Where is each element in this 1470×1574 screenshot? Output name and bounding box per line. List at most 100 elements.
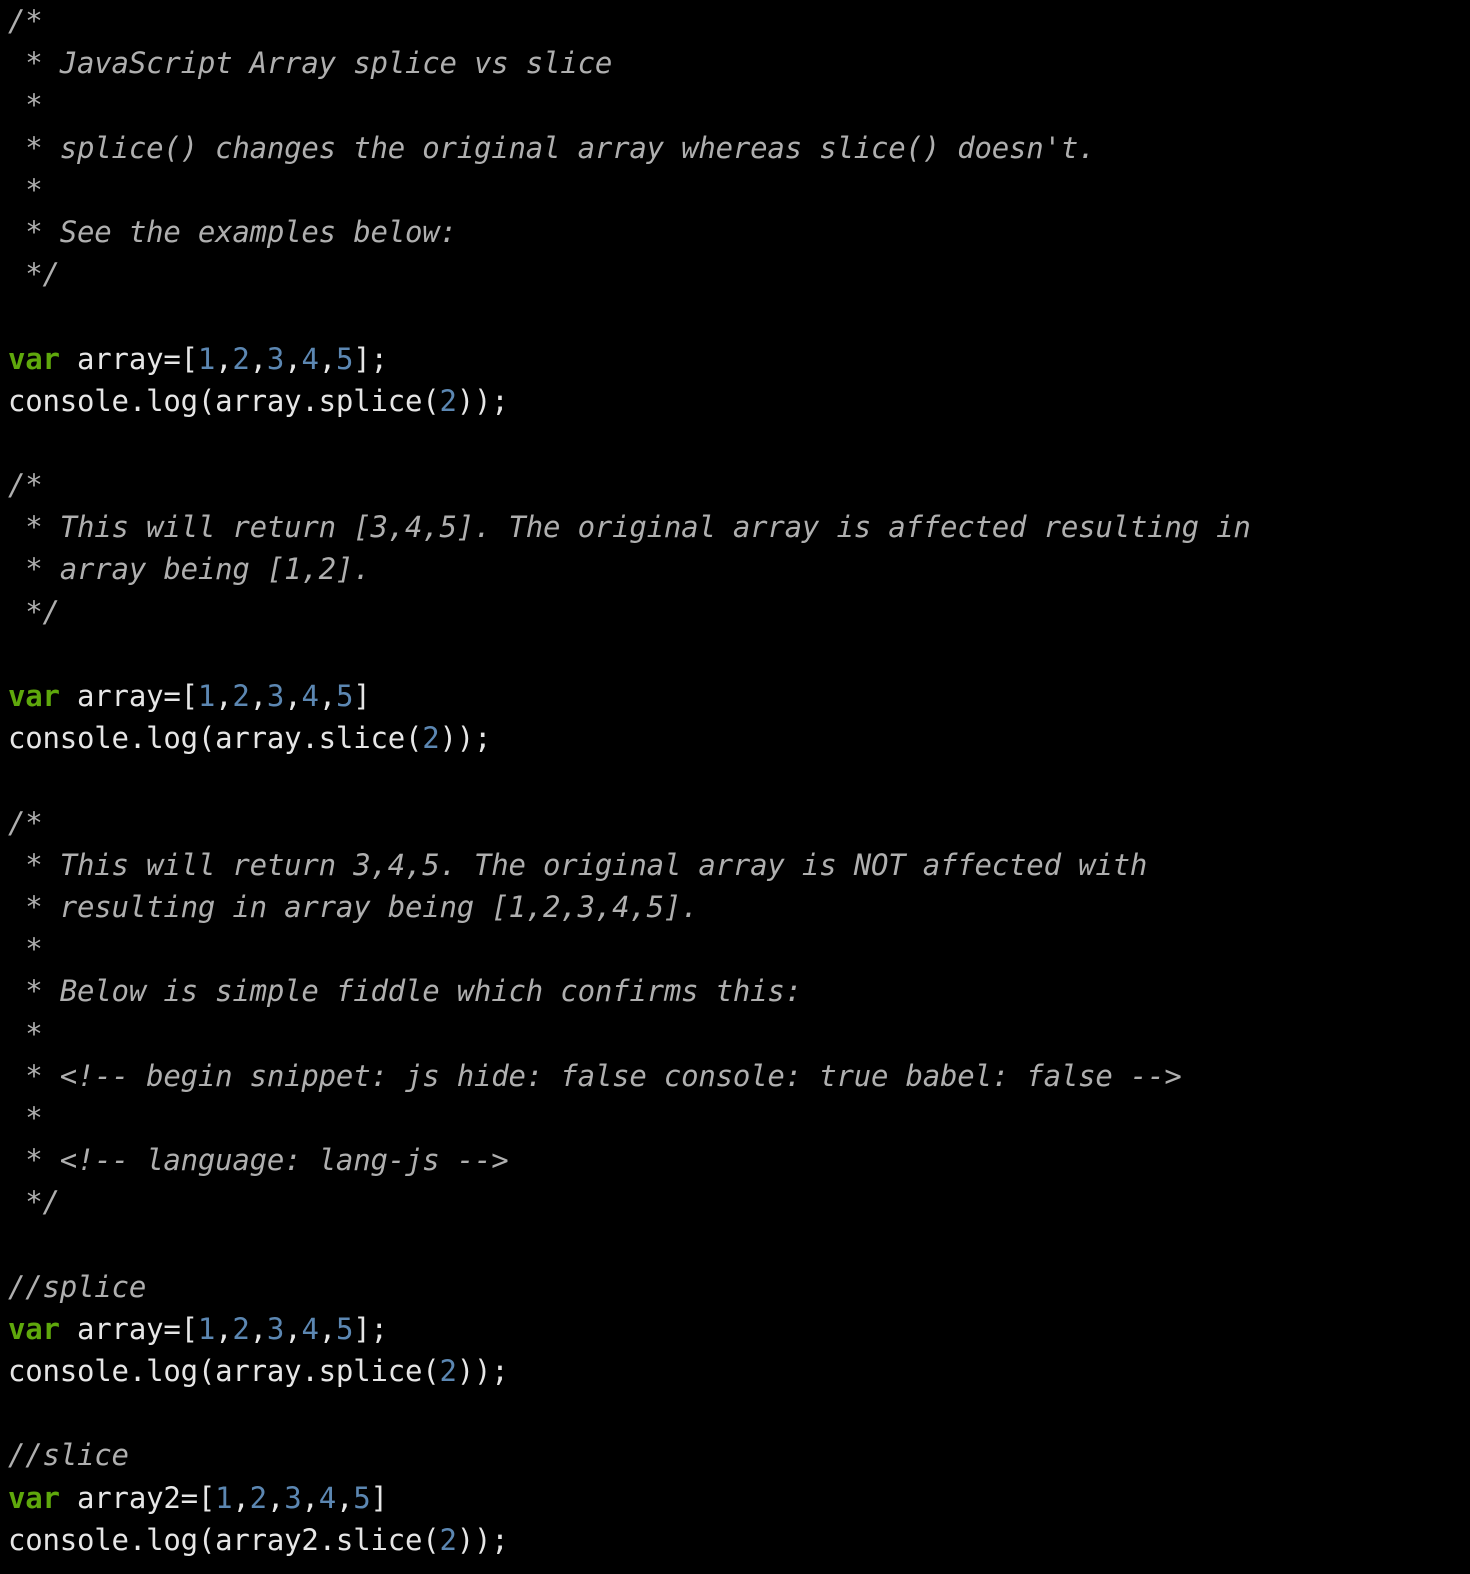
comment-text: * This will return 3,4,5. The original a…	[8, 847, 1148, 882]
token-number: 5	[335, 341, 354, 376]
token-number: 1	[215, 1480, 233, 1515]
token-number: 2	[439, 1354, 457, 1388]
comment-text: */	[8, 1185, 60, 1220]
token-number: 2	[439, 383, 457, 418]
token-plain: ,	[266, 1480, 285, 1515]
token-plain: ,	[284, 341, 302, 376]
code-line[interactable]: console.log(array2.slice(2));	[0, 1519, 1470, 1561]
code-line[interactable]: console.log(array.splice(2));	[0, 380, 1470, 422]
code-line[interactable]: * array being [1,2].	[0, 548, 1470, 590]
code-line[interactable]: var array=[1,2,3,4,5];	[0, 1308, 1470, 1350]
token-plain: console.log(array.splice(	[8, 383, 440, 418]
code-line[interactable]: * JavaScript Array splice vs slice	[0, 42, 1470, 84]
token-number: 4	[301, 679, 319, 713]
comment-text: /*	[8, 468, 43, 503]
comment-text: * This will return [3,4,5]. The original…	[8, 510, 1251, 545]
token-plain: array=[	[59, 341, 198, 376]
token-number: 3	[266, 1311, 285, 1346]
comment-text: //slice	[8, 1438, 129, 1473]
token-plain: console.log(array2.slice(	[8, 1522, 440, 1557]
code-line[interactable]: * This will return 3,4,5. The original a…	[0, 844, 1470, 886]
comment-text: *	[8, 172, 43, 207]
comment-text: *	[8, 1016, 43, 1051]
code-line[interactable]: //splice	[0, 1266, 1470, 1308]
token-plain: ,	[249, 341, 267, 376]
code-line[interactable]: * See the examples below:	[0, 211, 1470, 253]
code-line-blank[interactable]	[0, 295, 1470, 337]
token-number: 3	[266, 679, 285, 713]
token-plain: ,	[284, 679, 302, 713]
token-plain: ,	[215, 1311, 233, 1346]
token-plain: console.log(array.slice(	[8, 721, 423, 756]
token-number: 2	[422, 721, 440, 756]
code-line[interactable]: * This will return [3,4,5]. The original…	[0, 506, 1470, 548]
comment-text: * <!-- language: lang-js -->	[8, 1143, 509, 1178]
code-line[interactable]: */	[0, 591, 1470, 633]
code-editor-view[interactable]: /* * JavaScript Array splice vs slice * …	[0, 0, 1470, 1574]
comment-text: * Below is simple fiddle which confirms …	[8, 974, 802, 1009]
code-line[interactable]: */	[0, 1181, 1470, 1223]
token-plain: ));	[456, 1354, 509, 1388]
token-plain: console.log(array.splice(	[8, 1354, 440, 1388]
code-line[interactable]: * splice() changes the original array wh…	[0, 127, 1470, 169]
comment-text: *	[8, 88, 43, 123]
comment-text: *	[8, 932, 43, 967]
token-number: 2	[232, 341, 250, 376]
code-line[interactable]: console.log(array.splice(2));	[0, 1350, 1470, 1392]
code-line[interactable]: *	[0, 1013, 1470, 1055]
code-line-blank[interactable]	[0, 759, 1470, 801]
token-plain: ]	[370, 1480, 388, 1515]
token-plain: ,	[215, 679, 233, 713]
code-line[interactable]: var array=[1,2,3,4,5]	[0, 675, 1470, 717]
comment-text: */	[8, 594, 60, 629]
code-line[interactable]: var array2=[1,2,3,4,5]	[0, 1477, 1470, 1519]
token-plain: ,	[284, 1311, 302, 1346]
code-line[interactable]: /*	[0, 802, 1470, 844]
token-plain: array2=[	[59, 1480, 216, 1515]
comment-text: * See the examples below:	[8, 214, 457, 249]
token-keyword: var	[8, 341, 60, 376]
token-number: 4	[318, 1480, 336, 1515]
token-plain: ];	[353, 341, 388, 376]
token-keyword: var	[8, 1311, 60, 1346]
code-line[interactable]: *	[0, 928, 1470, 970]
code-line[interactable]: * Below is simple fiddle which confirms …	[0, 970, 1470, 1012]
code-line[interactable]: *	[0, 84, 1470, 126]
code-line[interactable]: *	[0, 169, 1470, 211]
token-number: 3	[284, 1480, 302, 1515]
code-line-blank[interactable]	[0, 633, 1470, 675]
code-line[interactable]: * <!-- language: lang-js -->	[0, 1139, 1470, 1181]
token-plain: ,	[335, 1480, 354, 1515]
token-plain: ));	[456, 1522, 509, 1557]
code-line[interactable]: * <!-- begin snippet: js hide: false con…	[0, 1055, 1470, 1097]
code-line[interactable]: /*	[0, 464, 1470, 506]
token-keyword: var	[8, 679, 60, 713]
code-line[interactable]: *	[0, 1097, 1470, 1139]
token-plain: ,	[318, 679, 336, 713]
code-line[interactable]: */	[0, 253, 1470, 295]
token-plain: ,	[301, 1480, 319, 1515]
code-line[interactable]: var array=[1,2,3,4,5];	[0, 338, 1470, 380]
comment-text: * JavaScript Array splice vs slice	[8, 46, 613, 81]
code-line[interactable]: /*	[0, 0, 1470, 42]
code-line[interactable]: console.log(array.slice(2));	[0, 717, 1470, 759]
token-number: 5	[353, 1480, 371, 1515]
comment-text: */	[8, 257, 60, 292]
comment-text: /*	[8, 4, 43, 38]
token-number: 1	[197, 1311, 216, 1346]
token-number: 2	[249, 1480, 267, 1515]
code-line[interactable]: * resulting in array being [1,2,3,4,5].	[0, 886, 1470, 928]
code-line[interactable]: //slice	[0, 1434, 1470, 1476]
token-keyword: var	[8, 1480, 60, 1515]
token-plain: ,	[318, 341, 336, 376]
comment-text: * splice() changes the original array wh…	[8, 130, 1096, 165]
code-line-blank[interactable]	[0, 1223, 1470, 1265]
token-number: 2	[439, 1522, 457, 1557]
code-line-blank[interactable]	[0, 1392, 1470, 1434]
comment-text: //splice	[8, 1269, 147, 1304]
comment-text: /*	[8, 805, 43, 840]
token-plain: ];	[353, 1311, 388, 1346]
token-number: 1	[197, 679, 216, 713]
code-line-blank[interactable]	[0, 422, 1470, 464]
token-number: 4	[301, 1311, 319, 1346]
